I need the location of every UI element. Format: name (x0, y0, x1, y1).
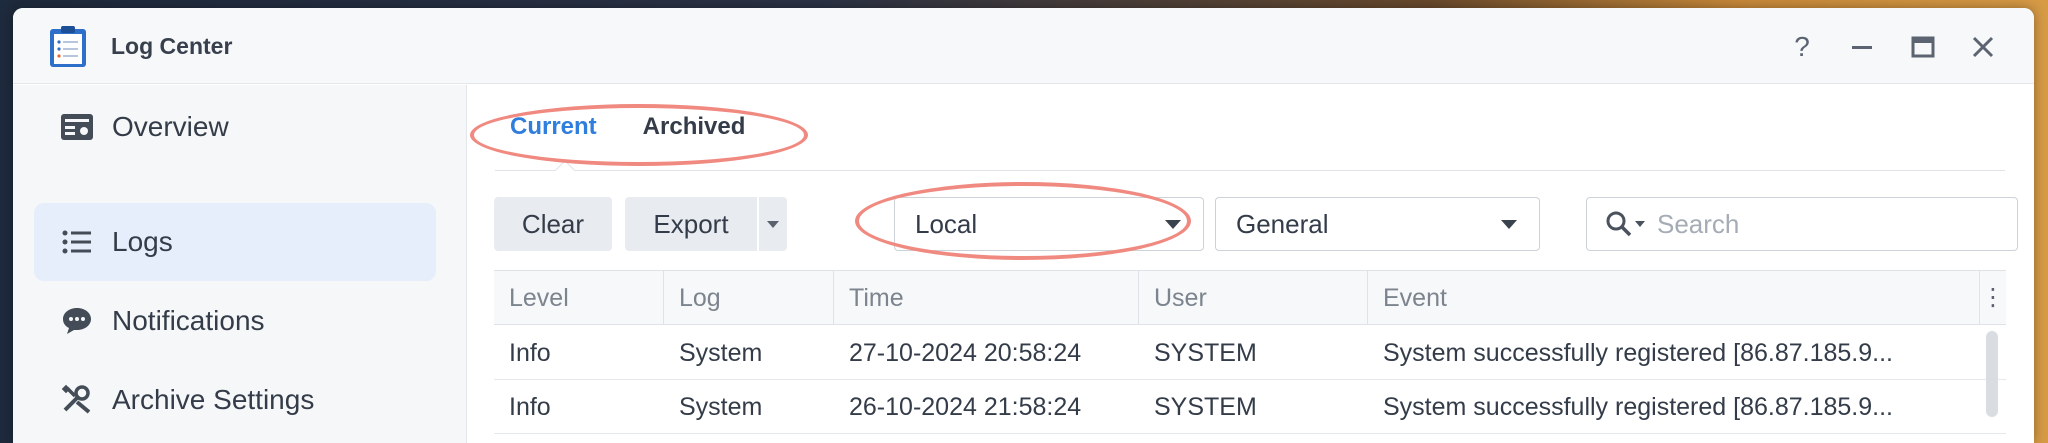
window-title: Log Center (111, 33, 233, 59)
sidebar-item-label: Logs (112, 226, 173, 257)
tab-divider (495, 170, 2005, 171)
table-scrollbar[interactable] (1986, 331, 1998, 417)
clear-button[interactable]: Clear (494, 197, 612, 251)
more-vertical-icon: ⋮ (1981, 284, 2005, 311)
column-header-time[interactable]: Time (834, 271, 1139, 325)
chevron-down-icon (767, 220, 779, 228)
maximize-icon[interactable] (1906, 30, 1940, 64)
table-row[interactable]: Info System 27-10-2024 20:58:24 SYSTEM S… (494, 326, 2006, 380)
cell-level: Info (509, 338, 551, 367)
main-content: Current Archived Clear Export Local Gene… (468, 85, 2034, 443)
column-header-log[interactable]: Log (664, 271, 834, 325)
export-button[interactable]: Export (625, 197, 757, 251)
column-menu-button[interactable]: ⋮ (1980, 271, 2006, 325)
log-source-value: Local (915, 208, 978, 239)
cell-event: System successfully registered [86.87.18… (1383, 338, 1893, 367)
cell-user: SYSTEM (1154, 392, 1257, 421)
tab-archived[interactable]: Archived (643, 113, 746, 153)
tab-current[interactable]: Current (510, 113, 597, 153)
help-icon[interactable]: ? (1785, 30, 1819, 64)
sidebar: Overview Logs Notifications Archive Sett… (13, 85, 467, 443)
cell-log: System (679, 392, 763, 421)
active-tab-indicator (555, 160, 575, 180)
sidebar-item-notifications[interactable]: Notifications (34, 282, 436, 360)
column-header-level[interactable]: Level (494, 271, 664, 325)
cell-time: 27-10-2024 20:58:24 (849, 338, 1082, 367)
column-header-event[interactable]: Event (1368, 271, 1980, 325)
tools-icon (60, 383, 94, 417)
minimize-icon[interactable] (1845, 30, 1879, 64)
export-dropdown-button[interactable] (759, 197, 787, 251)
log-type-select[interactable]: General (1215, 197, 1540, 251)
log-center-window: Log Center ? Overview Logs Notifications… (13, 8, 2034, 443)
table-row[interactable]: Info System 26-10-2024 21:58:24 SYSTEM S… (494, 380, 2006, 434)
search-input[interactable] (1657, 208, 1987, 240)
column-header-user[interactable]: User (1139, 271, 1368, 325)
cell-log: System (679, 338, 763, 367)
sidebar-item-overview[interactable]: Overview (34, 88, 436, 166)
table-header: Level Log Time User Event ⋮ (494, 271, 2006, 325)
log-center-app-icon (50, 26, 86, 67)
sidebar-item-archive-settings[interactable]: Archive Settings (34, 361, 436, 439)
cell-level: Info (509, 392, 551, 421)
chevron-down-icon (1501, 219, 1517, 229)
log-type-value: General (1236, 208, 1329, 239)
search-icon[interactable] (1605, 210, 1633, 238)
overview-icon (60, 110, 94, 144)
sidebar-item-logs[interactable]: Logs (34, 203, 436, 281)
search-options-chevron-icon[interactable] (1635, 221, 1645, 227)
cell-event: System successfully registered [86.87.18… (1383, 392, 1893, 421)
log-source-select[interactable]: Local (894, 197, 1204, 251)
list-icon (60, 225, 94, 259)
log-table: Level Log Time User Event ⋮ Info System … (494, 270, 2006, 443)
sidebar-item-label: Overview (112, 111, 229, 142)
search-box (1586, 197, 2018, 251)
sidebar-item-label: Notifications (112, 305, 265, 336)
close-icon[interactable] (1966, 30, 2000, 64)
cell-time: 26-10-2024 21:58:24 (849, 392, 1082, 421)
cell-user: SYSTEM (1154, 338, 1257, 367)
title-bar: Log Center ? (13, 8, 2034, 84)
chat-bubble-icon (60, 304, 94, 338)
tab-bar: Current Archived (510, 113, 791, 153)
chevron-down-icon (1165, 219, 1181, 229)
sidebar-item-label: Archive Settings (112, 384, 315, 415)
